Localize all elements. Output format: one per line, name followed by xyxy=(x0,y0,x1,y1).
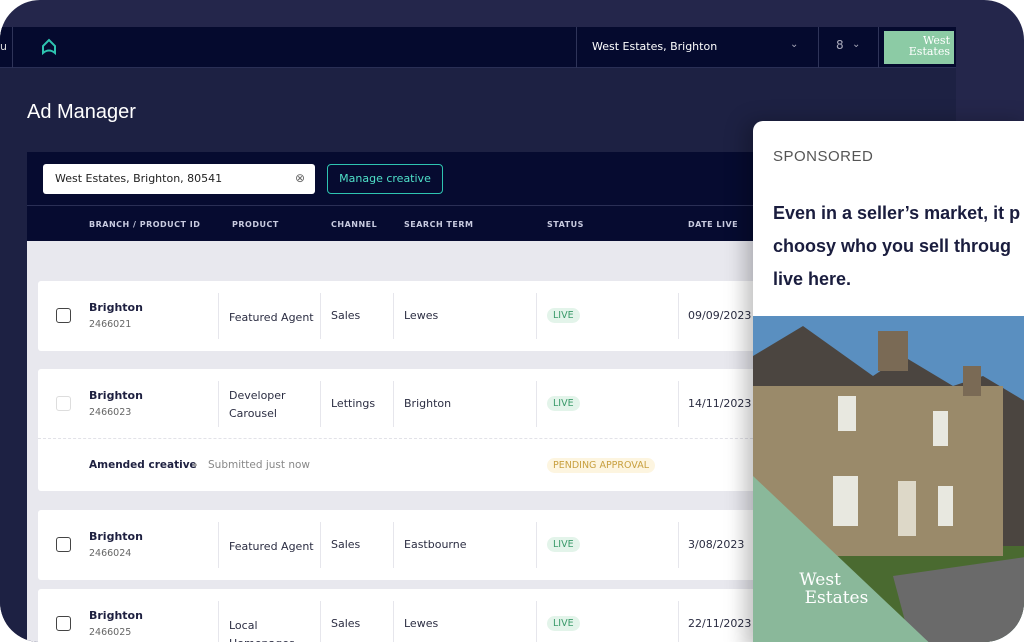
branch-name: Brighton xyxy=(89,389,143,402)
chevron-down-icon[interactable]: ⌄ xyxy=(790,39,798,50)
bullet: • xyxy=(192,459,199,472)
amended-creative-label: Amended creative xyxy=(89,459,197,471)
column-header: BRANCH / PRODUCT ID xyxy=(89,220,201,229)
channel-cell: Sales xyxy=(331,309,361,322)
divider xyxy=(536,522,537,568)
search-term-cell: Lewes xyxy=(404,309,439,322)
table-row[interactable]: Brighton 2466023 Developer Carousel Letti… xyxy=(38,369,778,491)
headline-line: choosy who you sell throug xyxy=(773,236,1012,256)
page-title: Ad Manager xyxy=(27,101,136,123)
status-badge: LIVE xyxy=(547,537,580,552)
product-cell: Featured Agent xyxy=(229,540,314,553)
product-id: 2466021 xyxy=(89,319,132,330)
manage-creative-button[interactable]: Manage creative xyxy=(327,164,443,194)
divider xyxy=(320,381,321,427)
divider xyxy=(576,27,577,68)
user-icon[interactable]: 8 xyxy=(836,38,844,52)
divider xyxy=(536,293,537,339)
top-nav: u West Estates, Brighton ⌄ 8 ⌄ West Estat… xyxy=(0,27,956,68)
ad-logo: West Estates xyxy=(783,570,869,608)
divider xyxy=(218,293,219,339)
search-term-cell: Eastbourne xyxy=(404,538,467,551)
search-input[interactable]: West Estates, Brighton, 80541 ⊗ xyxy=(43,164,315,194)
search-value: West Estates, Brighton, 80541 xyxy=(55,172,223,185)
product-cell: Developer Carousel xyxy=(229,389,286,420)
divider xyxy=(393,293,394,339)
search-term-cell: Lewes xyxy=(404,617,439,630)
ad-headline: Even in a seller’s market, it p choosy w… xyxy=(773,197,1024,296)
divider xyxy=(678,601,679,642)
date-live-cell: 3/08/2023 xyxy=(688,538,745,551)
divider xyxy=(12,27,13,68)
table-row[interactable]: Brighton 2466025 Local Homepages Sales Le… xyxy=(38,589,778,642)
headline-line: Even in a seller’s market, it p xyxy=(773,203,1021,223)
divider xyxy=(393,522,394,568)
product-id: 2466024 xyxy=(89,548,132,559)
branch-name: Brighton xyxy=(89,301,143,314)
column-header: SEARCH TERM xyxy=(404,220,474,229)
divider xyxy=(818,27,819,68)
date-live-cell: 14/11/2023 xyxy=(688,397,752,410)
status-badge: LIVE xyxy=(547,308,580,323)
search-term-cell: Brighton xyxy=(404,397,452,410)
date-live-cell: 22/11/2023 xyxy=(688,617,752,630)
product-id: 2466023 xyxy=(89,407,132,418)
row-checkbox[interactable] xyxy=(56,616,71,631)
product-cell: Local Homepages xyxy=(229,619,295,642)
divider xyxy=(678,381,679,427)
date-live-cell: 09/09/2023 xyxy=(688,309,752,322)
divider xyxy=(320,601,321,642)
divider xyxy=(878,27,879,68)
column-header: PRODUCT xyxy=(232,220,279,229)
divider xyxy=(393,601,394,642)
divider xyxy=(320,522,321,568)
home-icon[interactable] xyxy=(40,38,58,56)
divider xyxy=(218,522,219,568)
clear-icon[interactable]: ⊗ xyxy=(295,171,305,185)
channel-cell: Sales xyxy=(331,538,361,551)
branch-selector[interactable]: West Estates, Brighton xyxy=(592,40,717,53)
divider xyxy=(320,293,321,339)
table-row[interactable]: Brighton 2466021 Featured Agent Sales Lew… xyxy=(38,281,778,351)
headline-line: live here. xyxy=(773,269,852,289)
divider xyxy=(38,438,778,439)
status-badge: LIVE xyxy=(547,616,580,631)
product-cell: Featured Agent xyxy=(229,311,314,324)
channel-cell: Sales xyxy=(331,617,361,630)
product-id: 2466025 xyxy=(89,627,132,638)
branch-cell: Brighton 2466023 xyxy=(89,389,143,418)
table-row[interactable]: Brighton 2466024 Featured Agent Sales Eas… xyxy=(38,510,778,580)
column-header: STATUS xyxy=(547,220,584,229)
branch-cell: Brighton 2466025 xyxy=(89,609,143,638)
channel-cell: Lettings xyxy=(331,397,376,410)
menu-button[interactable]: u xyxy=(0,40,7,53)
sponsored-ad[interactable]: SPONSORED Even in a seller’s market, it … xyxy=(753,121,1024,642)
row-checkbox[interactable] xyxy=(56,537,71,552)
status-badge: LIVE xyxy=(547,396,580,411)
branch-name: Brighton xyxy=(89,609,143,622)
row-checkbox[interactable] xyxy=(56,396,71,411)
branch-name: Brighton xyxy=(89,530,143,543)
divider xyxy=(393,381,394,427)
brand-logo: West Estates xyxy=(884,31,954,64)
submitted-note: Submitted just now xyxy=(208,459,310,471)
pending-status-badge: PENDING APPROVAL xyxy=(547,458,655,473)
column-header: CHANNEL xyxy=(331,220,378,229)
divider xyxy=(218,601,219,642)
branch-cell: Brighton 2466021 xyxy=(89,301,143,330)
chevron-down-icon[interactable]: ⌄ xyxy=(852,39,860,50)
divider xyxy=(678,522,679,568)
divider xyxy=(536,381,537,427)
branch-cell: Brighton 2466024 xyxy=(89,530,143,559)
sponsored-label: SPONSORED xyxy=(773,148,874,165)
divider xyxy=(678,293,679,339)
divider xyxy=(218,381,219,427)
divider xyxy=(536,601,537,642)
column-header: DATE LIVE xyxy=(688,220,739,229)
row-checkbox[interactable] xyxy=(56,308,71,323)
frame: u West Estates, Brighton ⌄ 8 ⌄ West Estat… xyxy=(0,0,1024,642)
